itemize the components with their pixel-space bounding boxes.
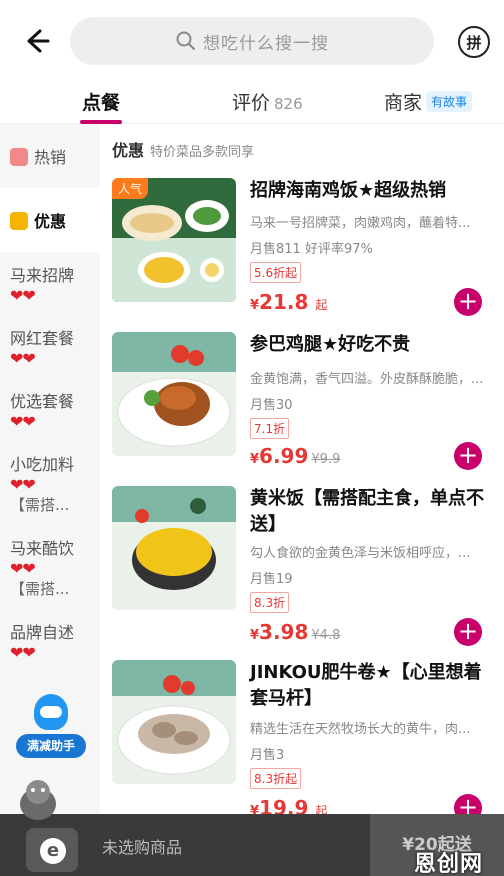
dish-sales: 月售811 好评率97% — [250, 242, 373, 257]
tab-reviews-label: 评价 — [232, 92, 271, 114]
sidebar-item-sublabel: 【需搭... — [10, 496, 70, 514]
tab-merchant-label: 商家 — [384, 92, 423, 114]
price-value: 21.8 — [259, 290, 309, 314]
sidebar-item-selected[interactable]: 优选套餐 ❤❤ — [0, 378, 100, 441]
popular-tag: 人气 — [112, 178, 149, 199]
dish-card[interactable]: 参巴鸡腿★好吃不贵 金黄饱满，香气四溢。外皮酥酥脆脆，... 月售30 7.1折… — [112, 332, 492, 472]
tab-merchant[interactable]: 商家 有故事 — [384, 88, 473, 115]
dish-price: ¥6.99 ¥9.9 — [250, 444, 340, 468]
dish-sales: 月售19 — [250, 572, 293, 587]
dish-name: 黄米饭【需搭配主食，单点不送】 — [250, 488, 484, 535]
dish-description: 马来一号招牌菜，肉嫩鸡肉，蘸着特... — [250, 216, 471, 231]
discount-badge: 8.3折起 — [250, 768, 302, 789]
search-icon — [176, 31, 195, 50]
currency-symbol: ¥ — [250, 298, 260, 313]
hearts-icon: ❤❤ — [10, 286, 36, 305]
discount-badge: 5.6折起 — [250, 262, 302, 283]
sidebar-item-combo[interactable]: 网红套餐 ❤❤ — [0, 315, 100, 378]
dish-name: JINKOU肥牛卷★【心里想着套马杆】 — [250, 662, 482, 709]
dish-name: 招牌海南鸡饭★超级热销 — [250, 180, 447, 201]
sidebar-item-signature[interactable]: 马来招牌 ❤❤ — [0, 252, 100, 315]
hearts-icon: ❤❤ — [10, 349, 36, 368]
hearts-icon: ❤❤ — [10, 412, 36, 431]
sidebar-item-label: 网红套餐 — [10, 329, 75, 348]
sidebar-item-label: 马来招牌 — [10, 266, 75, 285]
cart-empty-text: 未选购商品 — [102, 838, 183, 857]
flame-icon — [10, 148, 28, 166]
dish-price: ¥3.98 ¥4.8 — [250, 620, 340, 644]
dish-image — [112, 332, 236, 456]
tab-reviews[interactable]: 评价 826 — [232, 88, 303, 115]
hearts-icon: ❤❤ — [10, 475, 36, 494]
cart-logo-icon: e — [40, 838, 66, 864]
section-title: 优惠 — [112, 141, 145, 160]
sidebar-item-label: 品牌自述 — [10, 623, 75, 642]
dish-card[interactable]: 黄米饭【需搭配主食，单点不送】 勾人食欲的金黄色泽与米饭相呼应，... 月售19… — [112, 486, 492, 646]
sidebar-item-hot[interactable]: 热销 — [0, 124, 100, 188]
tab-bar: 点餐 评价 826 商家 有故事 — [0, 82, 504, 124]
original-price: ¥9.9 — [311, 452, 341, 467]
add-to-cart-button[interactable]: + — [454, 288, 482, 316]
sidebar-item-drinks[interactable]: 马来酷饮 ❤❤ 【需搭... — [0, 525, 100, 609]
story-badge: 有故事 — [426, 91, 473, 112]
dish-sales: 月售3 — [250, 748, 285, 763]
dish-price: ¥21.8 起 — [250, 290, 327, 314]
currency-symbol: ¥ — [250, 628, 260, 643]
discount-badge: 7.1折 — [250, 418, 290, 439]
sidebar-item-label: 热销 — [34, 148, 67, 167]
coupon-icon — [10, 212, 28, 230]
tab-order-label: 点餐 — [82, 92, 121, 114]
tab-order[interactable]: 点餐 — [82, 88, 120, 115]
cart-icon[interactable]: e — [16, 818, 86, 872]
sidebar-item-sublabel: 【需搭... — [10, 580, 70, 598]
sidebar-item-promo[interactable]: 优惠 — [0, 188, 100, 252]
section-desc: 特价菜品多款同享 — [150, 145, 255, 160]
mascot-icon — [20, 780, 56, 820]
dish-description: 精选生活在天然牧场长大的黄牛，肉... — [250, 722, 471, 737]
price-value: 3.98 — [259, 620, 309, 644]
watermark: 恩创网 — [414, 852, 484, 876]
currency-symbol: ¥ — [250, 452, 260, 467]
sidebar-item-label: 马来酷饮 — [10, 539, 75, 558]
dish-name: 参巴鸡腿★好吃不贵 — [250, 334, 411, 355]
price-from-label: 起 — [315, 298, 328, 312]
dish-description: 勾人食欲的金黄色泽与米饭相呼应，... — [250, 546, 471, 561]
sidebar-item-label: 优惠 — [34, 212, 67, 231]
discount-assistant-button[interactable]: 满减助手 — [16, 694, 86, 766]
group-order-icon[interactable]: 拼 — [458, 26, 490, 58]
dish-description: 金黄饱满，香气四溢。外皮酥酥脆脆，... — [250, 372, 484, 387]
dish-card[interactable]: JINKOU肥牛卷★【心里想着套马杆】 精选生活在天然牧场长大的黄牛，肉... … — [112, 660, 492, 800]
review-count: 826 — [274, 95, 303, 113]
original-price: ¥4.8 — [311, 628, 341, 643]
sidebar-item-label: 小吃加料 — [10, 455, 75, 474]
top-bar: 想吃什么搜一搜 拼 — [0, 0, 504, 82]
sidebar-item-label: 优选套餐 — [10, 392, 75, 411]
price-value: 6.99 — [259, 444, 309, 468]
dish-image — [112, 486, 236, 610]
dish-image — [112, 660, 236, 784]
search-input[interactable]: 想吃什么搜一搜 — [70, 17, 434, 65]
sidebar-item-snacks[interactable]: 小吃加料 ❤❤ 【需搭... — [0, 441, 100, 525]
robot-icon — [34, 694, 68, 730]
sidebar-item-brand[interactable]: 品牌自述 ❤❤ — [0, 609, 100, 672]
dish-card[interactable]: 人气 招牌海南鸡饭★超级热销 马来一号招牌菜，肉嫩鸡肉，蘸着特... 月售811… — [112, 178, 492, 318]
search-placeholder: 想吃什么搜一搜 — [203, 33, 329, 54]
hearts-icon: ❤❤ — [10, 643, 36, 662]
add-to-cart-button[interactable]: + — [454, 618, 482, 646]
discount-badge: 8.3折 — [250, 592, 290, 613]
add-to-cart-button[interactable]: + — [454, 442, 482, 470]
section-header: 优惠 特价菜品多款同享 — [112, 137, 254, 161]
dish-sales: 月售30 — [250, 398, 293, 413]
hearts-icon: ❤❤ — [10, 559, 36, 578]
back-arrow-icon[interactable] — [18, 24, 52, 58]
assistant-label: 满减助手 — [16, 734, 86, 758]
